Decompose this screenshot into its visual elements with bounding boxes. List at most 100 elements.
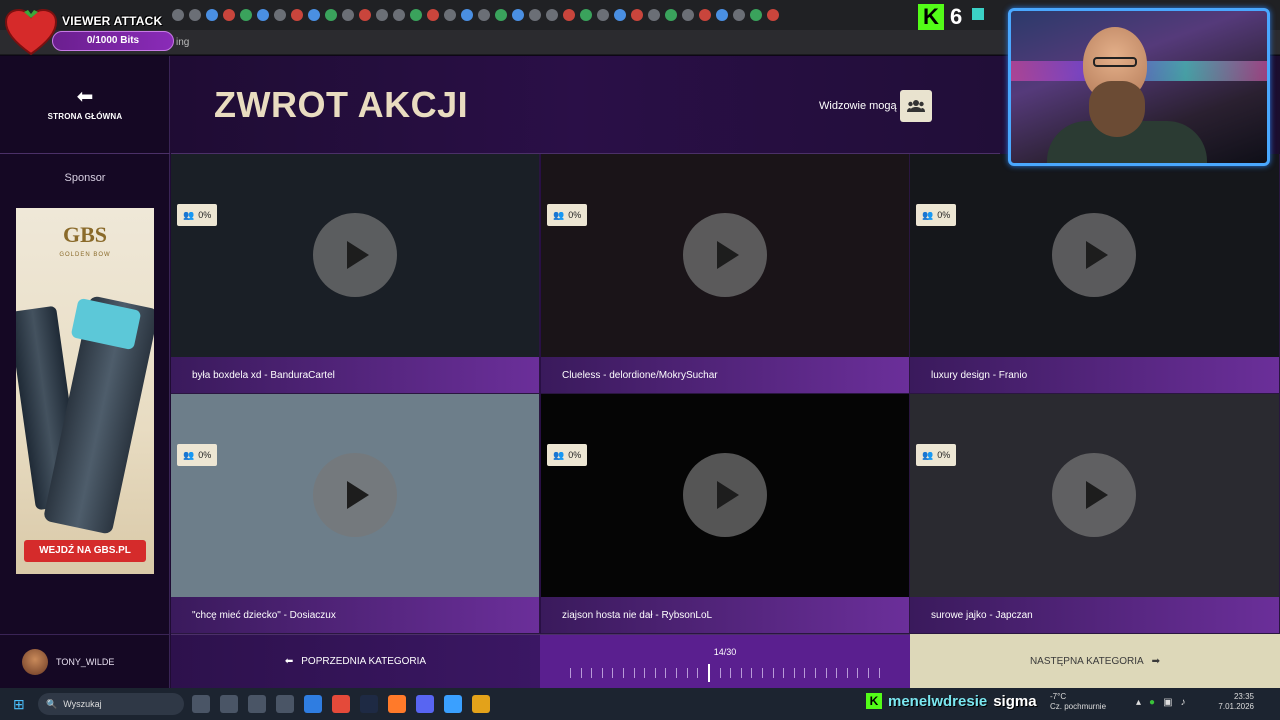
bookmark-icon[interactable] — [546, 9, 558, 21]
page-tick[interactable] — [697, 668, 699, 678]
page-tick[interactable] — [878, 668, 880, 678]
play-icon[interactable] — [313, 213, 397, 297]
bookmark-icon[interactable] — [733, 9, 745, 21]
bookmark-icon[interactable] — [240, 9, 252, 21]
bookmark-icon[interactable] — [614, 9, 626, 21]
bookmark-icon[interactable] — [580, 9, 592, 21]
bookmark-icon[interactable] — [750, 9, 762, 21]
bookmark-icon[interactable] — [427, 9, 439, 21]
bookmark-icon[interactable] — [189, 9, 201, 21]
page-tick[interactable] — [846, 668, 848, 678]
page-tick[interactable] — [857, 668, 859, 678]
bookmark-icon[interactable] — [444, 9, 456, 21]
page-slider[interactable]: 14/30 — [540, 634, 910, 688]
page-tick[interactable] — [633, 668, 635, 678]
play-icon[interactable] — [1052, 453, 1136, 537]
bookmark-icon[interactable] — [767, 9, 779, 21]
bookmark-icon[interactable] — [495, 9, 507, 21]
play-icon[interactable] — [1052, 213, 1136, 297]
video-tile[interactable]: 👥 0% luxury design - Franio — [910, 154, 1280, 394]
play-icon[interactable] — [313, 453, 397, 537]
video-tile[interactable]: 👥 0% "chcę mieć dziecko" - Dosiaczux — [171, 394, 540, 634]
discord-icon[interactable] — [416, 695, 434, 713]
bookmark-icon[interactable] — [478, 9, 490, 21]
bookmark-icon[interactable] — [699, 9, 711, 21]
bookmark-icon[interactable] — [563, 9, 575, 21]
video-tile[interactable]: 👥 0% Clueless - delordione/MokrySuchar — [541, 154, 910, 394]
weather-widget[interactable]: -7°C Cz. pochmurnie — [1050, 692, 1106, 712]
windows-start-icon[interactable]: ⊞ — [13, 697, 27, 711]
bookmark-icon[interactable] — [393, 9, 405, 21]
bookmark-icon[interactable] — [665, 9, 677, 21]
bookmark-icon[interactable] — [257, 9, 269, 21]
page-tick[interactable] — [591, 668, 593, 678]
video-tile[interactable]: 👥 0% była boxdela xd - BanduraCartel — [171, 154, 540, 394]
previous-category-button[interactable]: ⬅ POPRZEDNIA KATEGORIA — [171, 634, 540, 688]
page-tick[interactable] — [654, 668, 656, 678]
bookmark-icon[interactable] — [529, 9, 541, 21]
page-tick[interactable] — [825, 668, 827, 678]
play-icon[interactable] — [683, 213, 767, 297]
page-tick[interactable] — [761, 668, 763, 678]
page-tick[interactable] — [665, 668, 667, 678]
bookmark-icon[interactable] — [274, 9, 286, 21]
bookmark-icon[interactable] — [512, 9, 524, 21]
taskbar-search[interactable]: 🔍 Wyszukaj — [38, 693, 184, 715]
photos-icon[interactable] — [444, 695, 462, 713]
page-tick[interactable] — [580, 668, 582, 678]
bookmark-icon[interactable] — [342, 9, 354, 21]
page-tick[interactable] — [730, 668, 732, 678]
page-tick[interactable] — [612, 668, 614, 678]
mail-icon[interactable] — [304, 695, 322, 713]
page-tick[interactable] — [707, 664, 710, 682]
taskbar-clock[interactable]: 23:35 7.01.2026 — [1214, 692, 1254, 712]
page-tick[interactable] — [793, 668, 795, 678]
viewers-button[interactable] — [900, 90, 932, 122]
play-icon[interactable] — [683, 453, 767, 537]
page-tick[interactable] — [719, 668, 721, 678]
file-explorer-icon[interactable] — [248, 695, 266, 713]
page-tick[interactable] — [623, 668, 625, 678]
bookmark-icon[interactable] — [325, 9, 337, 21]
chevron-up-icon[interactable]: ▴ — [1136, 697, 1141, 708]
page-tick[interactable] — [686, 668, 688, 678]
bookmark-icon[interactable] — [359, 9, 371, 21]
firefox-icon[interactable] — [388, 695, 406, 713]
page-tick[interactable] — [783, 668, 785, 678]
page-tick[interactable] — [772, 668, 774, 678]
bookmark-icon[interactable] — [376, 9, 388, 21]
page-tick[interactable] — [836, 668, 838, 678]
network-icon[interactable]: ▣ — [1163, 697, 1172, 708]
task-view-icon[interactable] — [192, 695, 210, 713]
chrome-icon[interactable] — [332, 695, 350, 713]
bookmark-icon[interactable] — [308, 9, 320, 21]
bookmark-icon[interactable] — [206, 9, 218, 21]
bookmark-icon[interactable] — [682, 9, 694, 21]
page-tick[interactable] — [804, 668, 806, 678]
bookmark-icon[interactable] — [410, 9, 422, 21]
page-tick[interactable] — [815, 668, 817, 678]
app-icon[interactable] — [360, 695, 378, 713]
bookmark-icon[interactable] — [597, 9, 609, 21]
video-tile[interactable]: 👥 0% surowe jajko - Japczan — [910, 394, 1280, 634]
bookmark-icon[interactable] — [631, 9, 643, 21]
bookmark-icon[interactable] — [223, 9, 235, 21]
store-icon[interactable] — [276, 695, 294, 713]
video-tile[interactable]: 👥 0% ziajson hosta nie dał - RybsonLoL — [541, 394, 910, 634]
ad-cta-button[interactable]: WEJDŹ NA GBS.PL — [24, 540, 146, 562]
extension-icon[interactable] — [972, 8, 984, 20]
page-tick[interactable] — [868, 668, 870, 678]
sponsor-ad-banner[interactable]: GBS GOLDEN BOW WEJDŹ NA GBS.PL — [16, 208, 154, 574]
page-tick[interactable] — [570, 668, 571, 678]
page-ticks[interactable] — [570, 664, 880, 682]
back-home-button[interactable]: ⬅ STRONA GŁÓWNA — [0, 56, 170, 154]
bookmark-icon[interactable] — [291, 9, 303, 21]
app-icon[interactable] — [472, 695, 490, 713]
browser-tab-title[interactable]: ing — [176, 37, 189, 48]
page-tick[interactable] — [601, 668, 603, 678]
bookmark-icon[interactable] — [716, 9, 728, 21]
user-profile[interactable]: TONY_WILDE — [0, 634, 170, 688]
next-category-button[interactable]: NASTĘPNA KATEGORIA ➡ — [910, 634, 1280, 688]
page-tick[interactable] — [751, 668, 753, 678]
page-tick[interactable] — [676, 668, 678, 678]
